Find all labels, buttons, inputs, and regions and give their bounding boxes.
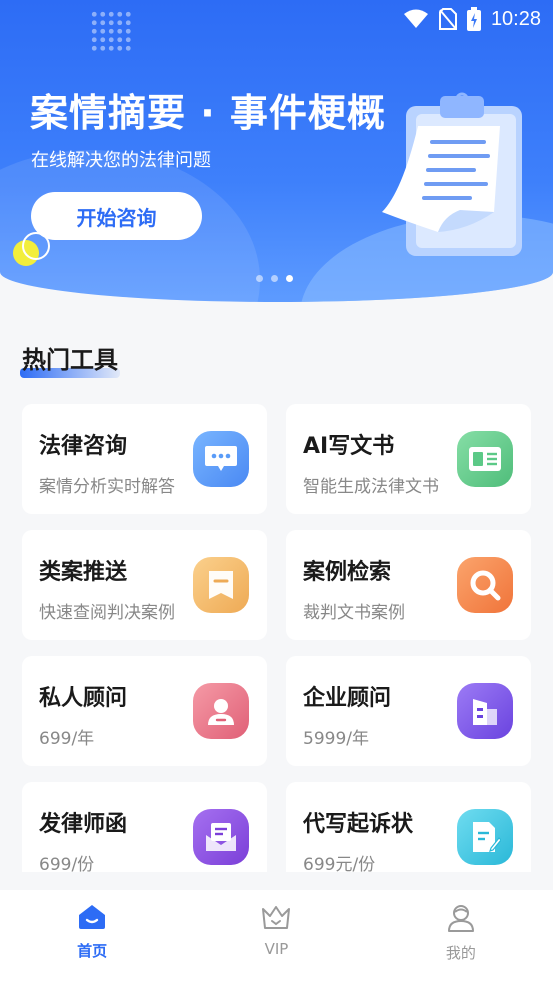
tab-label: 首页 <box>77 942 108 960</box>
banner-decoration <box>22 232 50 260</box>
home-icon <box>78 904 106 934</box>
tab-label: 我的 <box>445 944 476 962</box>
tool-card-private-advisor[interactable]: 私人顾问 699/年 <box>22 656 267 766</box>
tab-mine[interactable]: 我的 <box>369 890 553 983</box>
section-title: 热门工具 <box>22 346 118 374</box>
pager-dot-active[interactable] <box>286 275 293 282</box>
tool-card-case-search[interactable]: 案例检索 裁判文书案例 <box>286 530 531 640</box>
tool-subtitle: 案情分析实时解答 <box>39 477 175 497</box>
battery-charging-icon <box>466 7 481 31</box>
banner-title: 案情摘要 · 事件梗概 <box>30 91 386 135</box>
banner-subtitle: 在线解决您的法律问题 <box>31 150 211 171</box>
start-consult-button[interactable]: 开始咨询 <box>31 192 202 240</box>
tool-subtitle: 699/份 <box>39 855 95 872</box>
tab-label: VIP <box>264 940 289 958</box>
tool-card-legal-consult[interactable]: 法律咨询 案情分析实时解答 <box>22 404 267 514</box>
write-icon <box>457 809 513 865</box>
search-icon <box>457 557 513 613</box>
tool-card-lawyer-letter[interactable]: 发律师函 699/份 <box>22 782 267 872</box>
tool-title: 法律咨询 <box>39 434 128 459</box>
clipboard-illustration <box>378 92 528 266</box>
tool-grid: 法律咨询 案情分析实时解答 AI写文书 智能生成法律文书 类案推送 快速查阅判决… <box>22 404 532 872</box>
tool-card-write-complaint[interactable]: 代写起诉状 699元/份 <box>286 782 531 872</box>
tool-card-similar-cases[interactable]: 类案推送 快速查阅判决案例 <box>22 530 267 640</box>
letter-icon <box>193 809 249 865</box>
tool-title: AI写文书 <box>303 434 395 459</box>
bottom-tab-bar: 首页 VIP 我的 <box>0 890 553 983</box>
pager-dot[interactable] <box>271 275 278 282</box>
status-bar: 10:28 <box>353 0 553 38</box>
building-icon <box>457 683 513 739</box>
tool-title: 发律师函 <box>39 812 128 837</box>
bookmark-icon <box>193 557 249 613</box>
chat-bubble-icon <box>193 431 249 487</box>
wifi-icon <box>403 9 429 29</box>
tool-subtitle: 699元/份 <box>303 855 376 872</box>
tool-title: 代写起诉状 <box>303 812 414 837</box>
status-time: 10:28 <box>490 7 541 30</box>
no-sim-icon <box>438 8 457 30</box>
pager-dot[interactable] <box>256 275 263 282</box>
tool-subtitle: 5999/年 <box>303 729 369 749</box>
tool-card-ai-document[interactable]: AI写文书 智能生成法律文书 <box>286 404 531 514</box>
document-icon <box>457 431 513 487</box>
profile-icon <box>447 904 475 936</box>
tab-vip[interactable]: VIP <box>184 890 368 983</box>
tool-subtitle: 裁判文书案例 <box>303 603 405 623</box>
tool-subtitle: 快速查阅判决案例 <box>39 603 175 623</box>
tool-subtitle: 智能生成法律文书 <box>303 477 439 497</box>
tool-title: 私人顾问 <box>39 686 128 711</box>
tool-title: 案例检索 <box>303 560 392 585</box>
tool-title: 企业顾问 <box>303 686 392 711</box>
dot-grid-decoration <box>90 10 132 52</box>
person-icon <box>193 683 249 739</box>
tool-subtitle: 699/年 <box>39 729 95 749</box>
banner-carousel[interactable]: 10:28 案情摘要 · 事件梗概 在线解决您的法律问题 开始咨询 <box>0 0 553 302</box>
tab-home[interactable]: 首页 <box>0 890 184 983</box>
crown-icon <box>261 904 291 934</box>
tool-card-enterprise-advisor[interactable]: 企业顾问 5999/年 <box>286 656 531 766</box>
tool-title: 类案推送 <box>39 560 128 585</box>
carousel-pager <box>256 275 293 282</box>
